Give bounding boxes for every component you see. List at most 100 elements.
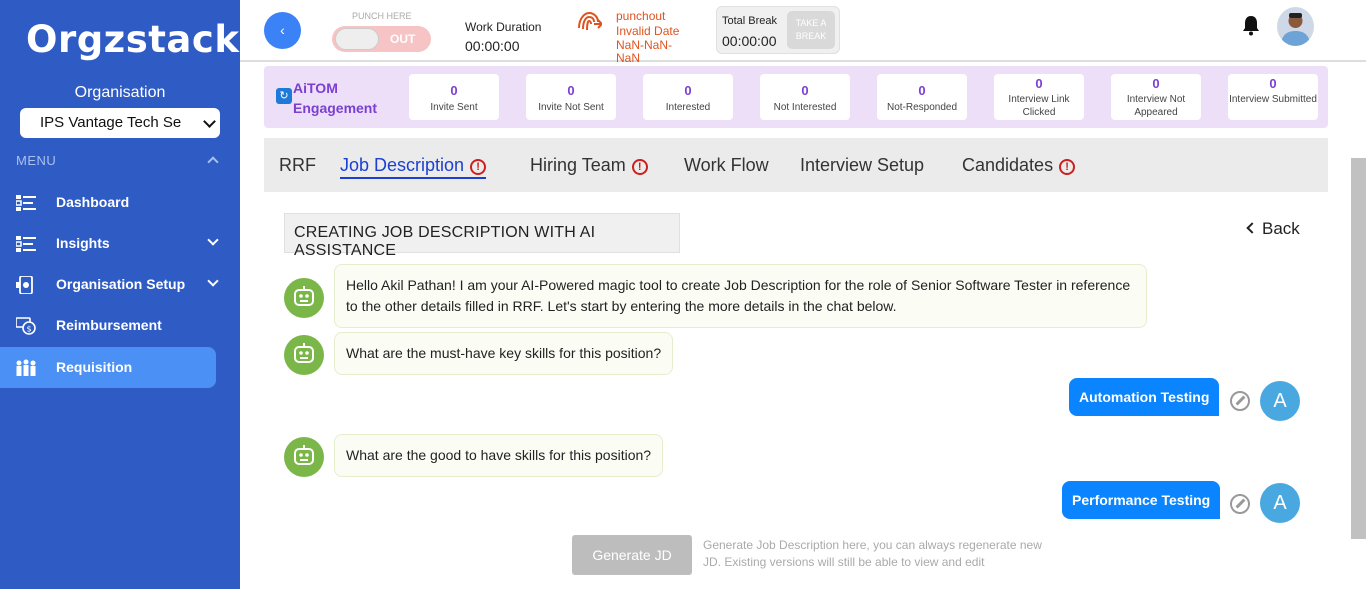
sidebar-item-label: Insights xyxy=(56,235,110,251)
user-avatar[interactable] xyxy=(1277,7,1314,46)
alert-icon: ! xyxy=(470,159,487,175)
back-button[interactable]: Back xyxy=(1246,219,1300,239)
stat-value: 0 xyxy=(918,83,926,98)
user-message: Performance Testing xyxy=(1062,481,1221,519)
engagement-title: AiTOM Engagement xyxy=(293,78,383,118)
requisition-people-icon xyxy=(16,359,36,376)
chevron-down-icon xyxy=(207,275,219,287)
sidebar-item-label: Requisition xyxy=(56,359,133,375)
brand-logo[interactable]: Orgzstack xyxy=(26,18,239,61)
robot-icon xyxy=(294,445,314,465)
stat-value: 0 xyxy=(1152,76,1160,91)
job-description-chat-panel: CREATING JOB DESCRIPTION WITH AI ASSISTA… xyxy=(264,192,1320,589)
stat-value: 0 xyxy=(567,83,575,98)
punchout-line: punchout xyxy=(616,9,666,23)
total-break-label: Total Break xyxy=(722,15,778,27)
stat-value: 0 xyxy=(801,83,809,98)
take-break-button[interactable]: TAKE A BREAK xyxy=(787,11,835,49)
robot-icon xyxy=(294,343,314,363)
bot-message: What are the must-have key skills for th… xyxy=(334,332,674,375)
take-break-label: BREAK xyxy=(795,31,827,41)
stat-value: 0 xyxy=(450,83,458,98)
stat-invite-sent[interactable]: 0 Invite Sent xyxy=(409,74,499,120)
stat-label: Invite Sent xyxy=(430,102,478,113)
alert-icon: ! xyxy=(631,159,648,175)
chevron-up-icon[interactable] xyxy=(207,156,219,168)
alert-icon: ! xyxy=(1059,159,1076,175)
user-initial-avatar: A xyxy=(1260,381,1300,421)
tab-label: Interview Setup xyxy=(800,155,925,175)
organisation-select[interactable]: IPS Vantage Tech Se xyxy=(20,108,220,138)
bot-message: Hello Akil Pathan! I am your AI-Powered … xyxy=(334,264,1147,328)
engagement-title-line: AiTOM xyxy=(293,80,338,96)
engagement-title-line: Engagement xyxy=(293,100,378,116)
sidebar-item-organisation-setup[interactable]: Organisation Setup xyxy=(0,264,219,305)
top-bar: ‹ PUNCH HERE OUT Work Duration 00:00:00 … xyxy=(240,0,1366,65)
tab-candidates[interactable]: Candidates! xyxy=(962,155,1076,176)
tab-interview-setup[interactable]: Interview Setup xyxy=(800,155,924,176)
app-root: Orgzstack Organisation IPS Vantage Tech … xyxy=(0,0,1366,589)
organisation-label: Organisation xyxy=(74,84,166,101)
tab-label: Job Description xyxy=(340,155,465,175)
tab-work-flow[interactable]: Work Flow xyxy=(684,155,769,176)
organisation-setup-icon xyxy=(16,276,33,294)
sidebar: Orgzstack Organisation IPS Vantage Tech … xyxy=(0,0,240,589)
sidebar-item-reimbursement[interactable]: $ Reimbursement xyxy=(0,305,216,346)
stat-value: 0 xyxy=(1269,76,1277,91)
punch-toggle[interactable]: OUT xyxy=(332,26,431,52)
chevron-down-icon xyxy=(203,115,216,128)
punchout-line: NaN xyxy=(616,51,641,65)
stat-not-responded[interactable]: 0 Not-Responded xyxy=(877,74,967,120)
stat-value: 0 xyxy=(1035,76,1043,91)
stat-interested[interactable]: 0 Interested xyxy=(643,74,733,120)
punch-label: PUNCH HERE xyxy=(352,11,412,21)
edit-icon[interactable] xyxy=(1230,391,1250,411)
organisation-select-value: IPS Vantage Tech Se xyxy=(40,114,182,131)
svg-text:$: $ xyxy=(27,325,32,334)
chevron-left-icon: ‹ xyxy=(280,22,285,38)
tab-rrf[interactable]: RRF xyxy=(279,155,316,176)
page-scrollbar[interactable] xyxy=(1351,158,1366,539)
bot-avatar xyxy=(284,278,324,318)
chevron-down-icon xyxy=(207,234,219,246)
edit-icon[interactable] xyxy=(1230,494,1250,514)
total-break-value: 00:00:00 xyxy=(722,33,777,49)
refresh-icon[interactable]: ↻ xyxy=(276,88,292,104)
work-duration-value: 00:00:00 xyxy=(465,38,520,54)
sidebar-item-label: Reimbursement xyxy=(56,317,162,333)
robot-icon xyxy=(294,286,314,306)
tab-hiring-team[interactable]: Hiring Team! xyxy=(530,155,648,176)
stat-label: Invite Not Sent xyxy=(538,102,604,113)
work-duration-label: Work Duration xyxy=(465,20,542,34)
stat-label: Not Interested xyxy=(773,102,837,113)
collapse-sidebar-button[interactable]: ‹ xyxy=(264,12,301,49)
stat-label: Interview Not Appeared xyxy=(1126,94,1186,118)
stat-interview-submitted[interactable]: 0 Interview Submitted xyxy=(1228,74,1318,120)
menu-section-label: MENU xyxy=(16,153,57,168)
stat-label: Not-Responded xyxy=(886,102,958,113)
sidebar-item-requisition[interactable]: Requisition xyxy=(0,347,216,388)
bell-icon[interactable] xyxy=(1242,14,1260,36)
sidebar-item-dashboard[interactable]: Dashboard xyxy=(0,182,216,223)
stat-interview-link-clicked[interactable]: 0 Interview Link Clicked xyxy=(994,74,1084,120)
tab-job-description[interactable]: Job Description! xyxy=(340,155,487,179)
toggle-knob xyxy=(335,28,379,50)
stat-not-interested[interactable]: 0 Not Interested xyxy=(760,74,850,120)
stat-invite-not-sent[interactable]: 0 Invite Not Sent xyxy=(526,74,616,120)
stat-interview-not-appeared[interactable]: 0 Interview Not Appeared xyxy=(1111,74,1201,120)
punchout-line: Invalid Date xyxy=(616,24,680,38)
chevron-left-icon xyxy=(1246,222,1258,234)
stat-label: Interview Link Clicked xyxy=(1008,94,1070,118)
bot-message: What are the good to have skills for thi… xyxy=(334,434,664,477)
tab-label: Work Flow xyxy=(684,155,769,175)
generate-jd-hint: Generate Job Description here, you can a… xyxy=(703,538,1042,569)
stat-value: 0 xyxy=(684,83,692,98)
insights-list-icon xyxy=(16,236,36,252)
reimbursement-icon: $ xyxy=(16,317,36,335)
bot-avatar xyxy=(284,335,324,375)
sidebar-item-insights[interactable]: Insights xyxy=(0,223,219,264)
take-break-label: TAKE A xyxy=(795,18,827,28)
stat-label: Interview Submitted xyxy=(1229,94,1317,105)
user-photo xyxy=(1281,13,1310,46)
generate-jd-button[interactable]: Generate JD xyxy=(572,535,692,575)
